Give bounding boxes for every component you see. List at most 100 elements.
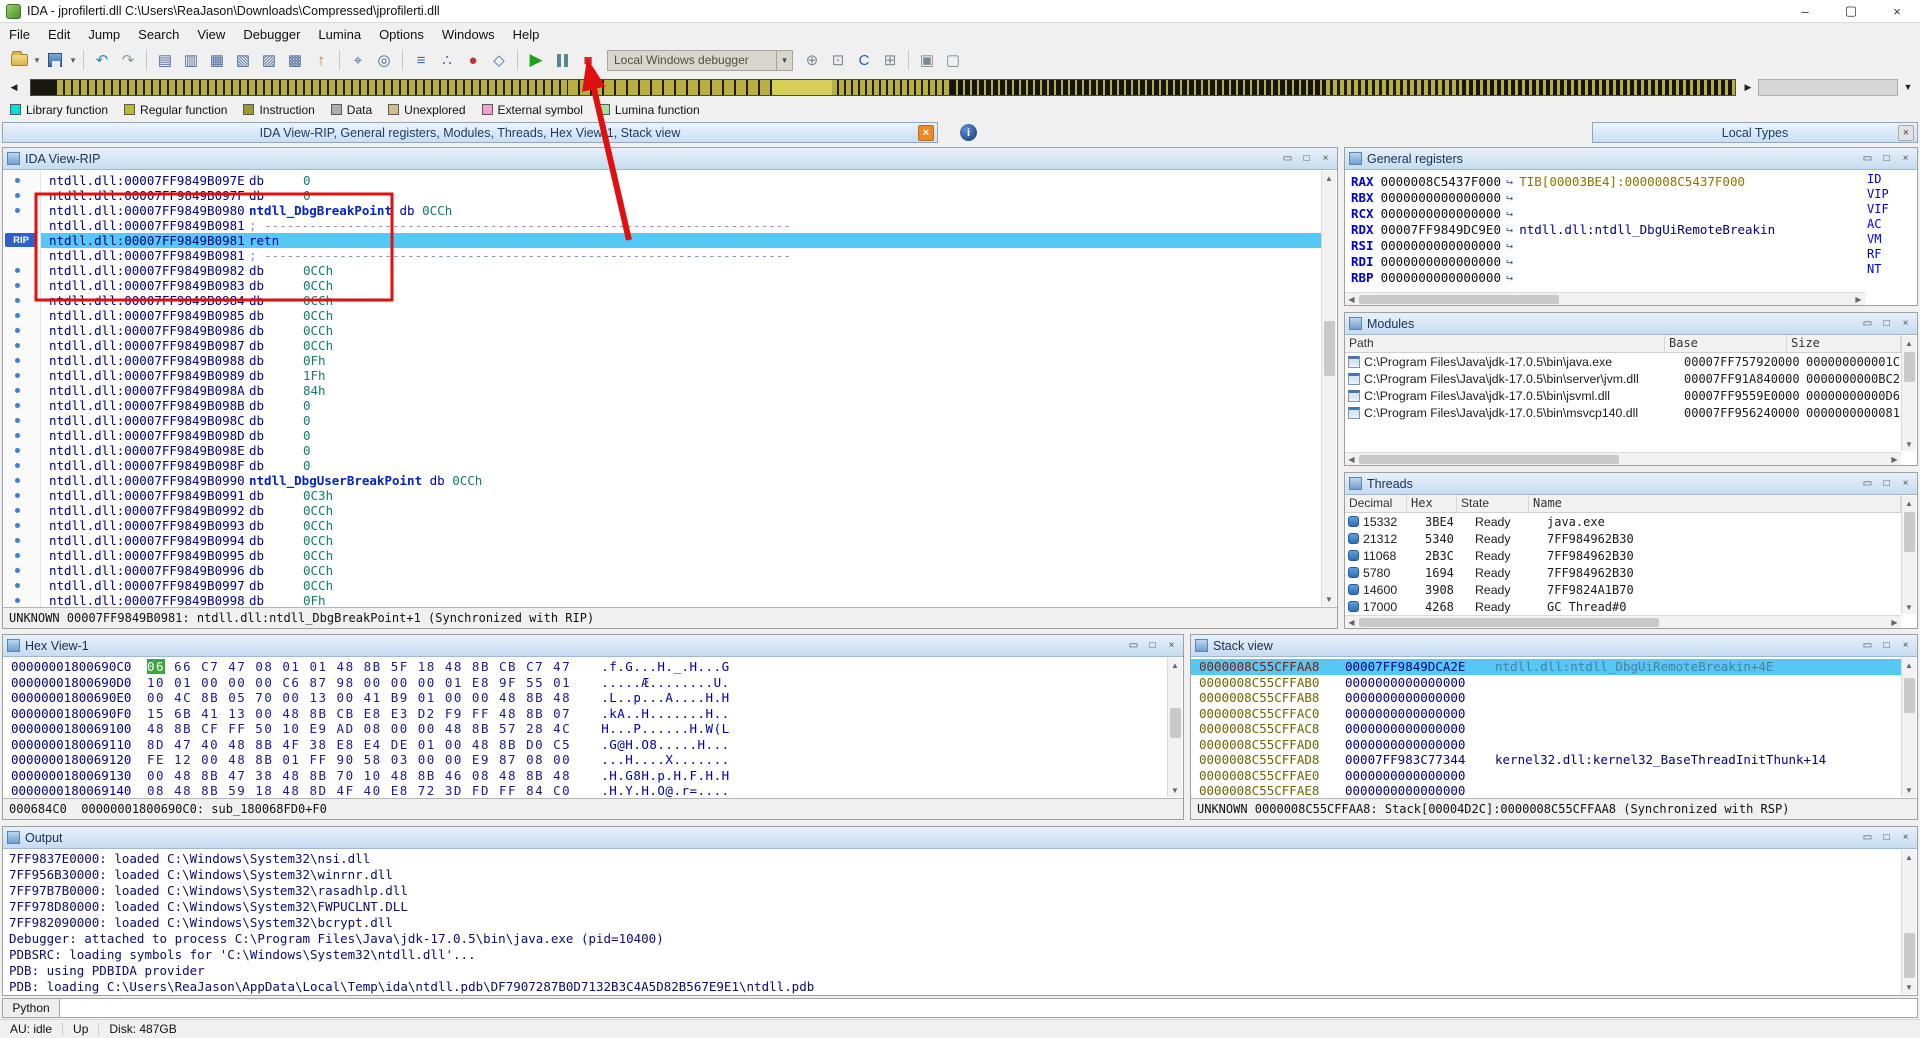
search-icon[interactable]: ⌖ xyxy=(347,49,369,71)
jump-value-icon[interactable]: ↪ xyxy=(1506,255,1513,269)
register-row[interactable]: RAX 0000008C5437F000 ↪ TIB[00003BE4]:000000… xyxy=(1351,174,1865,190)
panel-maximize-icon[interactable]: □ xyxy=(1145,638,1160,653)
save-file-caret[interactable]: ▾ xyxy=(68,55,78,66)
menu-item-view[interactable]: View xyxy=(188,25,234,44)
open-structures-icon[interactable]: ▦ xyxy=(206,49,228,71)
hex-row[interactable]: 00000001800690F0 15 6B 41 13 00 48 8B CB … xyxy=(11,706,1167,722)
stack-row[interactable]: 0000008C55CFFAC8 0000000000000000 xyxy=(1191,721,1901,737)
hex-row[interactable]: 0000000180069130 00 48 8B 47 38 48 8B 70 … xyxy=(11,768,1167,784)
panel-close-icon[interactable]: × xyxy=(1898,830,1913,845)
modules-scrollbar[interactable]: ▲ ▼ xyxy=(1901,336,1916,451)
threads-hscrollbar[interactable]: ◀ ▶ xyxy=(1345,615,1901,628)
hex-scrollbar[interactable]: ▲ ▼ xyxy=(1167,658,1182,797)
thread-row[interactable]: 11068 2B3C Ready 7FF984962B30 xyxy=(1345,547,1901,564)
thread-row[interactable]: 15332 3BE4 Ready java.exe xyxy=(1345,513,1901,530)
panel-maximize-icon[interactable]: □ xyxy=(1879,151,1894,166)
stack-row[interactable]: 0000008C55CFFAB0 0000000000000000 xyxy=(1191,675,1901,691)
open-hex-view-icon[interactable]: ▥ xyxy=(180,49,202,71)
stack-row[interactable]: 0000008C55CFFAB8 0000000000000000 xyxy=(1191,690,1901,706)
thread-row[interactable]: 14600 3908 Ready 7FF9824A1B70 xyxy=(1345,581,1901,598)
jump-value-icon[interactable]: ↪ xyxy=(1506,223,1513,237)
register-row[interactable]: RBX 0000000000000000 ↪ xyxy=(1351,190,1865,206)
about-icon[interactable]: i xyxy=(960,124,977,141)
menu-item-options[interactable]: Options xyxy=(370,25,433,44)
panel-close-icon[interactable]: × xyxy=(1164,638,1179,653)
open-enums-icon[interactable]: ▧ xyxy=(232,49,254,71)
breakpoint-list-icon[interactable]: ● xyxy=(462,49,484,71)
pause-process-icon[interactable] xyxy=(551,49,573,71)
column-header-name[interactable]: Name xyxy=(1529,495,1901,512)
register-row[interactable]: RSI 0000000000000000 ↪ xyxy=(1351,238,1865,254)
column-header-state[interactable]: State xyxy=(1457,495,1529,512)
open-file-icon[interactable] xyxy=(8,49,30,71)
open-ida-view-icon[interactable]: ▤ xyxy=(154,49,176,71)
hex-row[interactable]: 00000001800690D0 10 01 00 00 00 C6 87 98 … xyxy=(11,675,1167,691)
registers-hscrollbar[interactable]: ◀ ▶ xyxy=(1345,292,1865,305)
disasm-line[interactable]: ntdll.dll:00007FF9849B0988 db 0Fh xyxy=(41,353,1321,368)
column-header-base[interactable]: Base xyxy=(1665,335,1787,352)
stop-process-icon[interactable]: ■ xyxy=(577,49,599,71)
minimize-button[interactable]: – xyxy=(1782,0,1828,22)
jump-value-icon[interactable]: ↪ xyxy=(1506,207,1513,221)
disasm-line[interactable]: ntdll.dll:00007FF9849B098C db 0 xyxy=(41,413,1321,428)
jump-value-icon[interactable]: ↪ xyxy=(1506,239,1513,253)
module-row[interactable]: C:\Program Files\Java\jdk-17.0.5\bin\jsv… xyxy=(1345,387,1901,404)
panel-close-icon[interactable]: × xyxy=(1898,151,1913,166)
dock-close-icon[interactable]: × xyxy=(918,125,934,141)
jump-value-icon[interactable]: ↪ xyxy=(1506,175,1513,189)
disasm-line[interactable]: ntdll.dll:00007FF9849B0981; ------------… xyxy=(41,248,1321,263)
disasm-line[interactable]: ntdll.dll:00007FF9849B098A db 84h xyxy=(41,383,1321,398)
hex-row[interactable]: 00000001800690C0 06 66 C7 47 08 01 01 48 … xyxy=(11,659,1167,675)
attach-process-icon[interactable]: ⊕ xyxy=(801,49,823,71)
thread-row[interactable]: 17000 4268 Ready GC Thread#0 xyxy=(1345,598,1901,615)
column-header-size[interactable]: Size xyxy=(1787,335,1901,352)
desktop-layout-icon[interactable]: ▣ xyxy=(916,49,938,71)
panel-maximize-icon[interactable]: □ xyxy=(1879,830,1894,845)
stack-row[interactable]: 0000008C55CFFAE8 0000000000000000 xyxy=(1191,783,1901,798)
search-again-icon[interactable]: ◎ xyxy=(373,49,395,71)
cpu-flag[interactable]: VIP xyxy=(1867,187,1913,202)
hex-row[interactable]: 0000000180069110 8D 47 40 48 8B 4F 38 E8 … xyxy=(11,737,1167,753)
menu-item-debugger[interactable]: Debugger xyxy=(234,25,309,44)
hex-row[interactable]: 0000000180069140 08 48 8B 59 18 48 8D 4F … xyxy=(11,783,1167,798)
disassembly-margin[interactable]: RIP xyxy=(3,170,41,607)
menu-item-edit[interactable]: Edit xyxy=(39,25,79,44)
register-row[interactable]: RCX 0000000000000000 ↪ xyxy=(1351,206,1865,222)
disassembly-scrollbar[interactable]: ▲ ▼ xyxy=(1321,171,1336,606)
disasm-line[interactable]: ntdll.dll:00007FF9849B0987 db 0CCh xyxy=(41,338,1321,353)
cpu-flag[interactable]: NT xyxy=(1867,262,1913,277)
register-row[interactable]: RDI 0000000000000000 ↪ xyxy=(1351,254,1865,270)
disasm-line[interactable]: ntdll.dll:00007FF9849B0992 db 0CCh xyxy=(41,503,1321,518)
local-types-close-icon[interactable]: × xyxy=(1898,125,1914,141)
panel-maximize-icon[interactable]: □ xyxy=(1299,151,1314,166)
hex-dump[interactable]: 00000001800690C0 06 66 C7 47 08 01 01 48 … xyxy=(3,657,1167,798)
function-calls-icon[interactable]: ∴ xyxy=(436,49,458,71)
disasm-line[interactable]: ntdll.dll:00007FF9849B0981 retn xyxy=(41,233,1321,248)
modules-hscrollbar[interactable]: ◀ ▶ xyxy=(1345,452,1901,465)
chevron-down-icon[interactable]: ▾ xyxy=(776,50,792,70)
disasm-line[interactable]: ntdll.dll:00007FF9849B098D db 0 xyxy=(41,428,1321,443)
menu-item-help[interactable]: Help xyxy=(504,25,549,44)
column-header-path[interactable]: Path xyxy=(1345,335,1665,352)
menu-item-file[interactable]: File xyxy=(0,25,39,44)
cpu-flag[interactable]: VIF xyxy=(1867,202,1913,217)
redo-icon[interactable]: ↷ xyxy=(117,49,139,71)
disasm-line[interactable]: ntdll.dll:00007FF9849B0985 db 0CCh xyxy=(41,308,1321,323)
stack-row[interactable]: 0000008C55CFFAC0 0000000000000000 xyxy=(1191,706,1901,722)
quick-view-icon[interactable]: ⊞ xyxy=(879,49,901,71)
module-row[interactable]: C:\Program Files\Java\jdk-17.0.5\bin\ser… xyxy=(1345,370,1901,387)
panel-maximize-icon[interactable]: □ xyxy=(1879,476,1894,491)
menu-item-windows[interactable]: Windows xyxy=(433,25,504,44)
column-header-hex[interactable]: Hex xyxy=(1407,495,1457,512)
disasm-line[interactable]: ntdll.dll:00007FF9849B0995 db 0CCh xyxy=(41,548,1321,563)
disasm-line[interactable]: ntdll.dll:00007FF9849B0994 db 0CCh xyxy=(41,533,1321,548)
jump-address-icon[interactable]: ↑ xyxy=(310,49,332,71)
disasm-line[interactable]: ntdll.dll:00007FF9849B0996 db 0CCh xyxy=(41,563,1321,578)
debugger-options-icon[interactable]: ⊡ xyxy=(827,49,849,71)
jump-value-icon[interactable]: ↪ xyxy=(1506,191,1513,205)
stack-scrollbar[interactable]: ▲ ▼ xyxy=(1901,658,1916,797)
disasm-line[interactable]: ntdll.dll:00007FF9849B098B db 0 xyxy=(41,398,1321,413)
save-file-icon[interactable] xyxy=(44,49,66,71)
disasm-line[interactable]: ntdll.dll:00007FF9849B0991 db 0C3h xyxy=(41,488,1321,503)
maximize-button[interactable]: ▢ xyxy=(1828,0,1874,22)
